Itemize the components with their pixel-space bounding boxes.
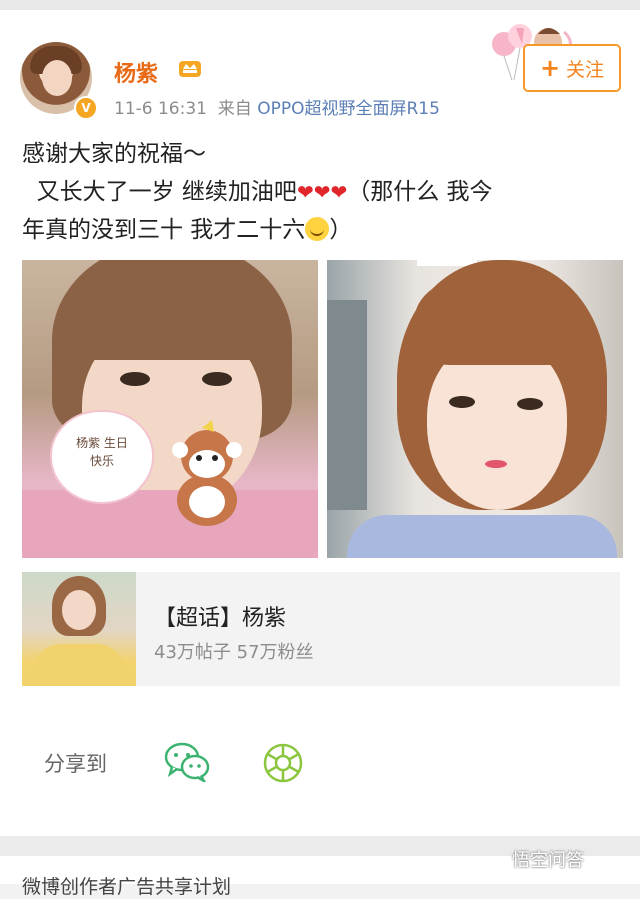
photo-face <box>427 340 567 510</box>
follow-button[interactable]: + 关注 <box>523 44 621 92</box>
follow-label: 关注 <box>566 58 605 81</box>
super-topic-stats: 43万帖子 57万粉丝 <box>154 642 314 663</box>
verified-badge: V <box>74 96 98 120</box>
top-divider <box>0 0 640 10</box>
super-topic-card[interactable]: 【超话】杨紫 43万帖子 57万粉丝 <box>22 572 620 686</box>
post-text-line-1: 感谢大家的祝福～ <box>22 141 206 167</box>
photo-window <box>327 300 367 510</box>
post-meta: 11-6 16:31 来自 OPPO超视野全面屏R15 <box>114 94 440 119</box>
photo-eye-right <box>202 372 232 386</box>
post-photo-2[interactable] <box>327 260 623 558</box>
post-text-line-3: 年真的没到三十 我才二十六 ） <box>22 211 622 249</box>
smile-emoji-icon <box>305 217 330 241</box>
post-text-line-3a: 年真的没到三十 我才二十六 <box>22 217 306 243</box>
super-topic-image <box>22 572 136 686</box>
photo-bangs <box>415 270 585 365</box>
post-text-line-2: 又长大了一岁 继续加油吧❤❤❤（那什么 我今 <box>22 173 622 211</box>
topic-shirt <box>32 644 126 686</box>
watermark: 悟空问答 <box>512 850 584 871</box>
photo-shirt <box>347 515 617 558</box>
crown-icon <box>179 61 201 77</box>
author-name[interactable]: 杨紫 <box>114 56 158 88</box>
super-topic-title: 【超话】杨紫 <box>154 606 287 631</box>
post-text-line-2a: 又长大了一岁 继续加油吧 <box>36 179 297 205</box>
post-text-line-3-end: ） <box>329 217 353 243</box>
post-text: 感谢大家的祝福～ 又长大了一岁 继续加油吧❤❤❤（那什么 我今 年真的没到三十 … <box>22 135 622 249</box>
next-post-text[interactable]: 微博创作者广告共享计划 <box>22 872 231 899</box>
source-device[interactable]: OPPO超视野全面屏R15 <box>257 99 440 119</box>
post-photo-1[interactable]: 杨紫 生日快乐 <box>22 260 318 558</box>
photo-eye-left <box>449 396 475 408</box>
source-prefix: 来自 <box>217 99 252 119</box>
photo-bangs <box>70 260 270 360</box>
heart-sign-text: 杨紫 生日快乐 <box>76 436 128 468</box>
photo-eye-left <box>120 372 150 386</box>
avatar-face <box>42 60 72 96</box>
monkey-toy <box>172 420 242 526</box>
heart-sign: 杨紫 生日快乐 <box>52 412 152 502</box>
topic-face <box>62 590 96 630</box>
post-text-line-2b: （那什么 我今 <box>347 179 493 205</box>
share-label: 分享到 <box>44 752 107 776</box>
heart-emoji-icons: ❤❤❤ <box>296 180 348 204</box>
moments-icon[interactable] <box>262 742 304 784</box>
post-time: 11-6 16:31 <box>114 99 207 119</box>
photo-eye-right <box>517 398 543 410</box>
photo-lips <box>485 460 507 468</box>
wechat-icon[interactable] <box>164 740 210 782</box>
plus-icon: + <box>539 54 561 82</box>
